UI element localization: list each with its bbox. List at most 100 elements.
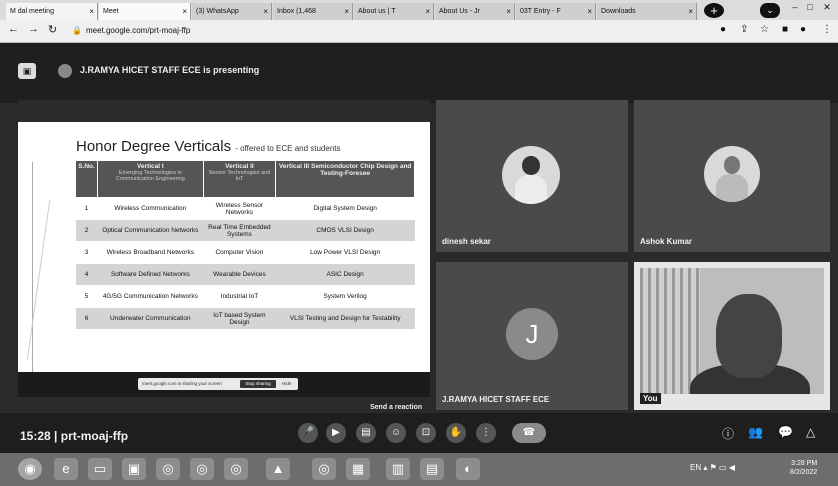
screen-share-notice: meet.google.com is sharing your screen S… [138, 378, 298, 390]
app-icon[interactable]: ◐ [456, 458, 480, 480]
close-window-icon[interactable]: ✕ [820, 2, 834, 16]
participant-name: J.RAMYA HICET STAFF ECE [442, 395, 550, 404]
participant-tile[interactable]: J J.RAMYA HICET STAFF ECE [436, 262, 628, 410]
tab-label: (3) WhatsApp [196, 8, 239, 15]
close-tab-icon[interactable]: × [263, 3, 268, 20]
app-icon[interactable]: ▥ [386, 458, 410, 480]
self-view-tile[interactable]: You [634, 262, 830, 410]
camera-button[interactable]: ▶ [326, 423, 346, 443]
close-tab-icon[interactable]: × [89, 3, 94, 20]
header-vertical-3: Vertical III Semiconductor Chip Design a… [275, 160, 415, 198]
table-cell: IoT based System Design [203, 307, 276, 330]
table-cell: Computer Vision [203, 241, 276, 264]
table-cell: 4G/5G Communication Networks [97, 285, 204, 308]
window-icon[interactable]: ▦ [346, 458, 370, 480]
present-button[interactable]: ⊡ [416, 423, 436, 443]
tab-inbox[interactable]: Inbox (1,468 × [273, 3, 353, 20]
captions-button[interactable]: ▤ [356, 423, 376, 443]
tab-label: Meet [103, 8, 119, 15]
internet-explorer-icon[interactable]: e [54, 458, 78, 480]
volume-icon[interactable]: ◀ [729, 463, 735, 472]
raise-hand-button[interactable]: ✋ [446, 423, 466, 443]
chrome-icon[interactable]: ◎ [224, 458, 248, 480]
table-cell: Low Power VLSI Design [275, 241, 415, 264]
table-header-row: S.No. Vertical I Emerging Technologies in… [75, 160, 415, 198]
activities-icon[interactable]: △ [806, 425, 815, 439]
back-icon[interactable]: ← [8, 23, 19, 35]
leave-call-button[interactable]: ☎ [512, 423, 546, 443]
taskbar-clock[interactable]: 3:28 PM 8/2/2022 [790, 459, 817, 477]
url-field[interactable]: 🔒 meet.google.com/prt-moaj-ffp [72, 23, 190, 39]
tab-whatsapp[interactable]: (3) WhatsApp × [192, 3, 272, 20]
table-cell: Wireless Sensor Networks [203, 197, 276, 220]
maximize-icon[interactable]: □ [803, 2, 817, 16]
participant-name: You [640, 393, 661, 404]
hide-button[interactable]: Hide [282, 380, 292, 388]
tab-meet[interactable]: Meet × [99, 3, 191, 20]
profile-icon[interactable]: ● [800, 24, 806, 35]
minimize-icon[interactable]: – [788, 2, 802, 16]
table-cell: 5 [75, 285, 98, 308]
share-icon[interactable]: ⇪ [740, 24, 748, 35]
new-tab-button[interactable]: + [704, 3, 724, 18]
tab-entry[interactable]: 03T Entry - F × [516, 3, 596, 20]
media-icon[interactable]: ▣ [122, 458, 146, 480]
chrome-icon[interactable]: ◎ [190, 458, 214, 480]
participant-tile[interactable]: Ashok Kumar [634, 100, 830, 252]
forward-icon[interactable]: → [28, 23, 39, 35]
presentation-icon[interactable]: ▣ [18, 63, 36, 79]
reload-icon[interactable]: ↻ [48, 23, 57, 36]
reactions-button[interactable]: ☺ [386, 423, 406, 443]
meeting-controls: 15:28 | prt-moaj-ffp 🎤 ▶ ▤ ☺ ⊡ ✋ ⋮ ☎ ⓘ 👥… [0, 413, 838, 453]
pdf-reader-icon[interactable]: ▲ [266, 458, 290, 480]
chrome-icon[interactable]: ◎ [312, 458, 336, 480]
tab-about-us[interactable]: About us | T × [354, 3, 434, 20]
close-tab-icon[interactable]: × [344, 3, 349, 20]
folder-icon[interactable]: ▤ [420, 458, 444, 480]
start-button-icon[interactable]: ◉ [18, 458, 42, 480]
info-icon[interactable]: ⓘ [722, 425, 734, 442]
table-cell: Real Time Embedded Systems [203, 219, 276, 242]
taskbar: ◉ e ▭ ▣ ◎ ◎ ◎ ▲ ◎ ▦ ▥ ▤ ◐ EN ▴ ⚑ ▭ ◀ 3:2… [0, 453, 838, 486]
browser-tab-strip: M dal meeting × Meet × (3) WhatsApp × Inbox… [0, 0, 838, 20]
close-tab-icon[interactable]: × [506, 3, 511, 20]
chat-icon[interactable]: 💬 [778, 425, 793, 439]
header-text: S.No. [78, 163, 95, 170]
slide-top-band [18, 100, 430, 122]
more-options-button[interactable]: ⋮ [476, 423, 496, 443]
table-cell: CMOS VLSI Design [275, 219, 415, 242]
microphone-button[interactable]: 🎤 [298, 423, 318, 443]
table-cell: 6 [75, 307, 98, 330]
header-text: Vertical III Semiconductor Chip Design a… [278, 163, 412, 177]
system-tray: EN ▴ ⚑ ▭ ◀ [690, 463, 735, 472]
menu-dots-icon[interactable]: ⋮ [822, 24, 832, 35]
camera-in-use-icon[interactable]: ● [720, 24, 726, 35]
tab-label: 03T Entry - F [520, 8, 561, 15]
table-cell: 2 [75, 219, 98, 242]
participant-tile[interactable]: dinesh sekar [436, 100, 628, 252]
avatar [502, 146, 560, 204]
extension-icon[interactable]: ■ [782, 24, 788, 35]
stop-sharing-button[interactable]: Stop sharing [240, 380, 276, 388]
participant-name: dinesh sekar [442, 237, 491, 246]
language-indicator[interactable]: EN [690, 463, 701, 472]
flag-icon[interactable]: ⚑ [710, 463, 717, 472]
avatar [704, 146, 760, 202]
close-tab-icon[interactable]: × [587, 3, 592, 20]
close-tab-icon[interactable]: × [688, 3, 693, 20]
clock-time: 3:28 PM [791, 460, 818, 467]
slide-decoration [32, 162, 45, 372]
tab-meeting[interactable]: M dal meeting × [6, 3, 98, 20]
profile-menu-icon[interactable]: ⌄ [760, 3, 780, 18]
people-icon[interactable]: 👥 [748, 425, 763, 439]
network-icon[interactable]: ▭ [719, 463, 727, 472]
chrome-icon[interactable]: ◎ [156, 458, 180, 480]
close-tab-icon[interactable]: × [182, 3, 187, 20]
bookmark-star-icon[interactable]: ☆ [760, 24, 769, 35]
chevron-up-icon[interactable]: ▴ [703, 463, 707, 472]
tab-downloads[interactable]: Downloads × [597, 3, 697, 20]
tab-about-us-2[interactable]: About Us - Jr × [435, 3, 515, 20]
file-explorer-icon[interactable]: ▭ [88, 458, 112, 480]
table-cell: Industrial IoT [203, 285, 276, 308]
close-tab-icon[interactable]: × [425, 3, 430, 20]
